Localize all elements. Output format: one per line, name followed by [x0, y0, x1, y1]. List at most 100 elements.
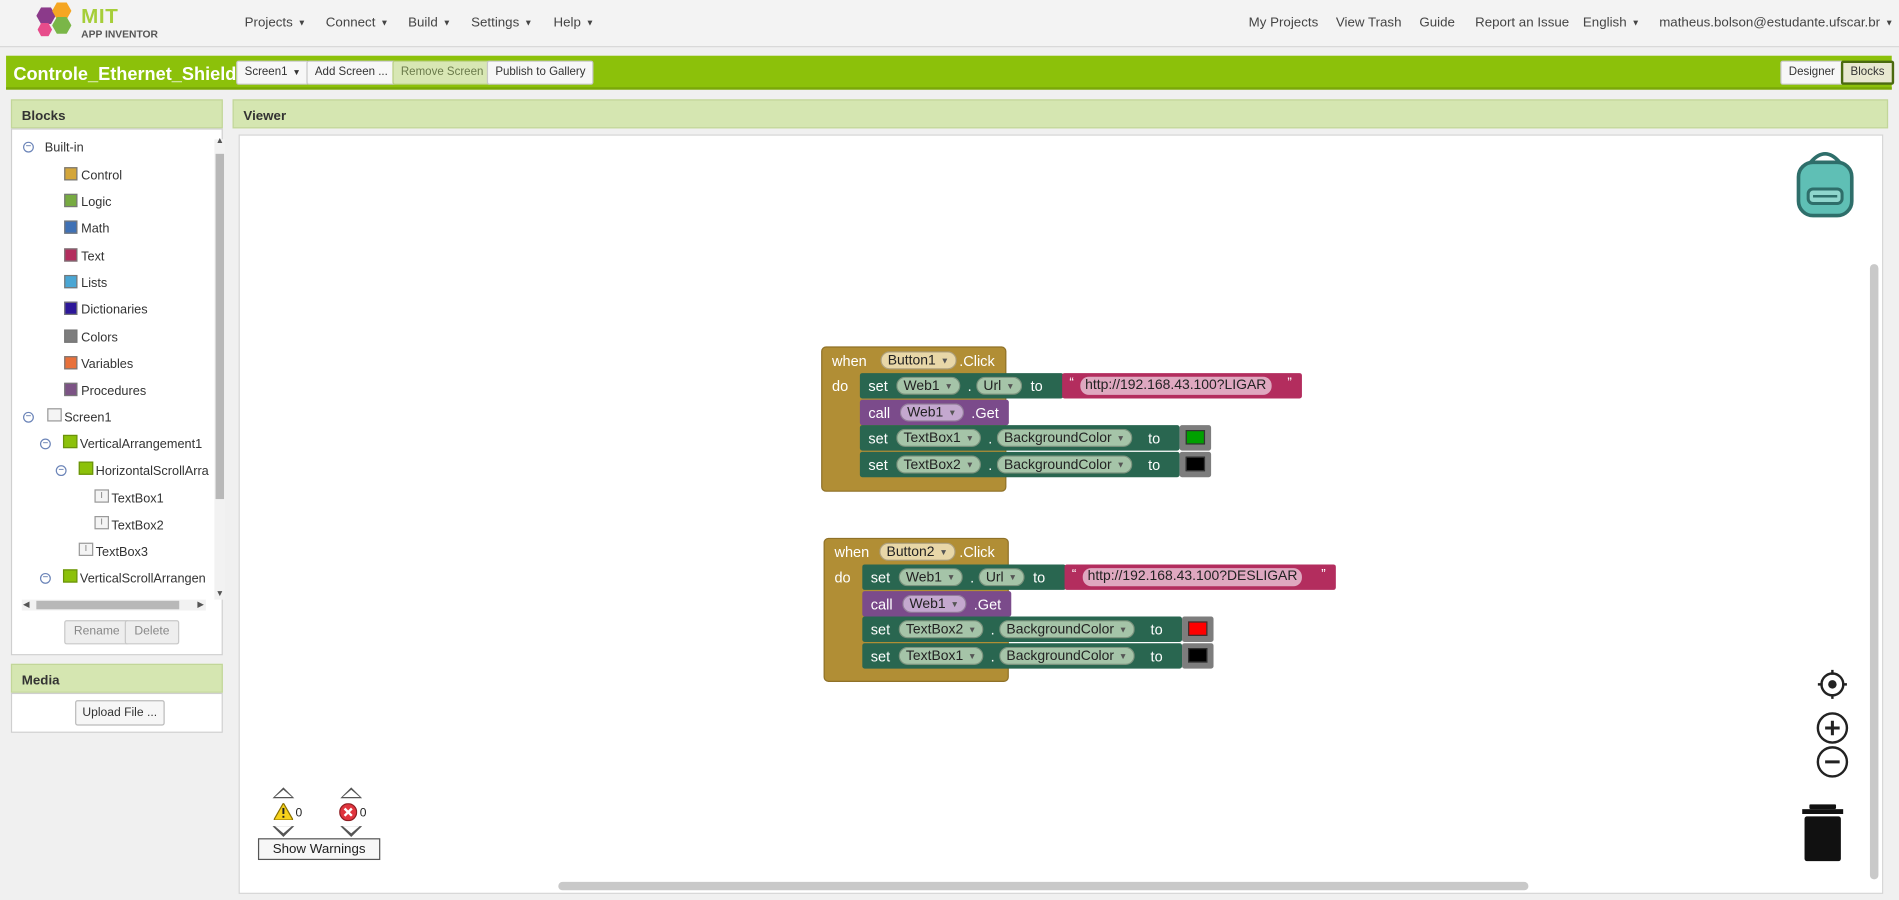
tree-builtin[interactable]: Built-in [45, 141, 84, 156]
color-block-black[interactable] [1182, 643, 1214, 669]
collapse-icon[interactable]: − [39, 438, 51, 450]
bgcolor-property-dropdown[interactable]: BackgroundColor ▼ [999, 646, 1135, 666]
blocks-workspace[interactable]: when Button1 ▼ .Click do set Web1 ▼ . Url ▼… [238, 134, 1884, 894]
zoom-in-icon[interactable] [1815, 711, 1849, 745]
menu-build[interactable]: Build ▼ [408, 16, 451, 31]
web1-dropdown[interactable]: Web1 ▼ [899, 403, 964, 422]
menu-settings[interactable]: Settings ▼ [471, 16, 532, 31]
bgcolor-property-dropdown[interactable]: BackgroundColor ▼ [999, 620, 1135, 639]
link-guide[interactable]: Guide [1419, 16, 1455, 31]
call-web1-get-block[interactable]: call Web1 ▼ .Get [859, 399, 1009, 426]
category-text[interactable]: Text [81, 250, 104, 265]
color-block-green[interactable] [1179, 425, 1212, 451]
workspace-horizontal-scrollbar[interactable] [558, 881, 1529, 891]
web1-dropdown[interactable]: Web1 ▼ [896, 376, 961, 395]
scroll-left-icon[interactable]: ◀ [23, 600, 30, 609]
bgcolor-property-dropdown[interactable]: BackgroundColor ▼ [996, 455, 1133, 474]
textbox2-dropdown[interactable]: TextBox2 ▼ [898, 620, 984, 639]
menu-help[interactable]: Help ▼ [553, 16, 594, 31]
set-textbox2-bgcolor-block[interactable]: set TextBox2 ▼ . BackgroundColor ▼ to [862, 616, 1183, 642]
prev-error-icon[interactable] [340, 787, 363, 799]
color-swatch[interactable] [1188, 648, 1208, 663]
remove-screen-button[interactable]: Remove Screen [392, 60, 492, 85]
collapse-icon[interactable]: − [55, 465, 67, 477]
link-view-trash[interactable]: View Trash [1336, 16, 1402, 31]
call-web1-get-block[interactable]: call Web1 ▼ .Get [862, 591, 1012, 617]
category-colors[interactable]: Colors [81, 331, 118, 346]
backpack-icon[interactable] [1791, 148, 1859, 221]
next-error-icon[interactable] [340, 826, 363, 838]
user-menu[interactable]: matheus.bolson@estudante.ufscar.br ▼ [1659, 16, 1893, 31]
color-block-black[interactable] [1179, 451, 1212, 478]
next-warning-icon[interactable] [272, 826, 295, 838]
url-text-value[interactable]: http://192.168.43.100?LIGAR [1080, 376, 1272, 395]
tree-verticalscrollarrangement[interactable]: VerticalScrollArrangen [80, 572, 206, 587]
url-text-value[interactable]: http://192.168.43.100?DESLIGAR [1082, 568, 1303, 587]
url-property-dropdown[interactable]: Url ▼ [976, 376, 1022, 395]
designer-button[interactable]: Designer [1780, 60, 1844, 85]
rename-button[interactable]: Rename [64, 620, 130, 645]
tree-textbox2[interactable]: TextBox2 [111, 518, 163, 533]
set-web1-url-block[interactable]: set Web1 ▼ . Url ▼ to [862, 564, 1066, 590]
scrollbar-thumb[interactable] [36, 600, 180, 610]
scroll-down-icon[interactable]: ▼ [216, 590, 224, 598]
trash-icon[interactable] [1802, 804, 1844, 862]
button2-dropdown[interactable]: Button2 ▼ [879, 542, 956, 561]
textbox1-dropdown[interactable]: TextBox1 ▼ [898, 646, 984, 666]
set-web1-url-block[interactable]: set Web1 ▼ . Url ▼ to [859, 373, 1064, 399]
menu-projects[interactable]: Projects ▼ [245, 16, 306, 31]
category-math[interactable]: Math [81, 222, 109, 237]
category-procedures[interactable]: Procedures [81, 384, 146, 399]
url-text-block[interactable]: “ http://192.168.43.100?DESLIGAR ” [1064, 564, 1336, 590]
delete-button[interactable]: Delete [124, 620, 180, 645]
color-block-red[interactable] [1182, 616, 1214, 642]
tree-textbox1[interactable]: TextBox1 [111, 492, 163, 507]
button1-dropdown[interactable]: Button1 ▼ [880, 351, 957, 370]
web1-dropdown[interactable]: Web1 ▼ [898, 568, 963, 587]
web1-dropdown[interactable]: Web1 ▼ [902, 594, 967, 613]
category-lists[interactable]: Lists [81, 276, 107, 291]
scroll-up-icon[interactable]: ▲ [216, 137, 224, 145]
set-textbox1-bgcolor-block[interactable]: set TextBox1 ▼ . BackgroundColor ▼ to [862, 643, 1183, 669]
publish-gallery-button[interactable]: Publish to Gallery [486, 60, 594, 85]
tree-textbox3[interactable]: TextBox3 [96, 545, 148, 560]
collapse-icon[interactable]: − [39, 572, 51, 584]
language-menu[interactable]: English ▼ [1583, 16, 1640, 31]
color-swatch[interactable] [1185, 430, 1206, 445]
upload-file-button[interactable]: Upload File ... [75, 700, 165, 726]
url-text-block[interactable]: “ http://192.168.43.100?LIGAR ” [1062, 373, 1302, 399]
scroll-right-icon[interactable]: ▶ [197, 600, 204, 609]
tree-horizontal-scrollbar[interactable]: ◀ ▶ [21, 599, 206, 611]
set-textbox2-bgcolor-block[interactable]: set TextBox2 ▼ . BackgroundColor ▼ to [859, 451, 1180, 478]
scrollbar-thumb[interactable] [215, 153, 225, 500]
tree-horizontalscrollarrangement[interactable]: HorizontalScrollArra [96, 464, 209, 479]
recenter-icon[interactable] [1817, 669, 1848, 700]
bgcolor-property-dropdown[interactable]: BackgroundColor ▼ [996, 428, 1133, 447]
link-report-issue[interactable]: Report an Issue [1475, 16, 1569, 31]
category-control[interactable]: Control [81, 168, 122, 183]
app-inventor-logo[interactable]: MIT APP INVENTOR [36, 2, 169, 43]
url-property-dropdown[interactable]: Url ▼ [978, 568, 1025, 587]
add-screen-button[interactable]: Add Screen ... [306, 60, 397, 85]
textbox2-dropdown[interactable]: TextBox2 ▼ [896, 455, 982, 474]
show-warnings-button[interactable]: Show Warnings [257, 838, 381, 861]
blocks-button[interactable]: Blocks [1840, 60, 1895, 85]
zoom-out-icon[interactable] [1815, 745, 1849, 779]
color-swatch[interactable] [1185, 456, 1206, 472]
workspace-vertical-scrollbar[interactable] [1869, 264, 1879, 880]
link-my-projects[interactable]: My Projects [1249, 16, 1319, 31]
tree-screen1[interactable]: Screen1 [64, 411, 111, 426]
tree-vertical-scrollbar[interactable]: ▲ ▼ [214, 137, 226, 600]
textbox1-dropdown[interactable]: TextBox1 ▼ [896, 428, 982, 447]
menu-connect[interactable]: Connect ▼ [326, 16, 389, 31]
category-logic[interactable]: Logic [81, 195, 111, 210]
category-variables[interactable]: Variables [81, 357, 133, 372]
set-textbox1-bgcolor-block[interactable]: set TextBox1 ▼ . BackgroundColor ▼ to [859, 425, 1180, 451]
collapse-icon[interactable]: − [23, 411, 34, 423]
screen-select[interactable]: Screen1 ▼ [236, 60, 310, 85]
prev-warning-icon[interactable] [272, 787, 295, 799]
color-swatch[interactable] [1188, 621, 1208, 636]
tree-verticalarrangement1[interactable]: VerticalArrangement1 [80, 437, 202, 452]
collapse-icon[interactable]: − [23, 141, 34, 153]
category-dictionaries[interactable]: Dictionaries [81, 303, 147, 318]
